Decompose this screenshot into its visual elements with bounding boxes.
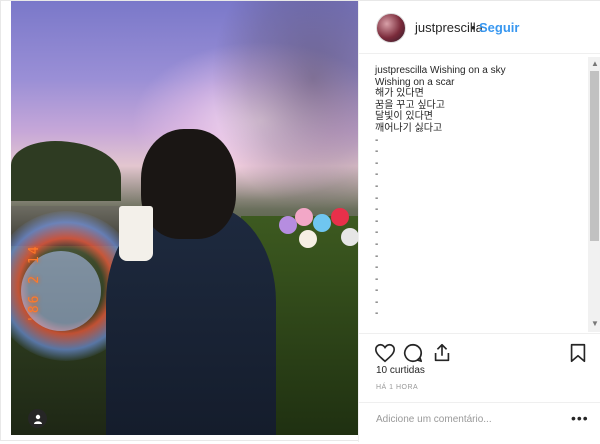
caption-area: justprescilla Wishing on a sky Wishing o… — [359, 57, 587, 329]
comment-icon[interactable] — [402, 342, 424, 364]
post-header: justprescilla • Seguir — [359, 1, 600, 54]
header-separator: • — [471, 20, 476, 35]
caption: justprescilla Wishing on a sky Wishing o… — [375, 65, 580, 320]
sticker-character — [313, 214, 331, 232]
person-icon — [33, 414, 42, 424]
sticker-heart — [331, 208, 349, 226]
comment-row: Adicione um comentário... ••• — [359, 402, 600, 444]
bookmark-icon[interactable] — [567, 342, 589, 364]
sticker-character — [299, 230, 317, 248]
follow-button[interactable]: Seguir — [479, 20, 519, 35]
likes-count[interactable]: 10 curtidas — [376, 365, 425, 376]
post-actions: 10 curtidas HÁ 1 HORA Adicione um coment… — [359, 333, 600, 443]
caption-username[interactable]: justprescilla — [375, 65, 427, 76]
sticker-character — [279, 216, 297, 234]
person-head — [141, 129, 236, 239]
post-side-panel: justprescilla • Seguir justprescilla Wis… — [358, 1, 600, 442]
caption-scrollbar[interactable]: ▲ ▼ — [588, 57, 600, 332]
drink-cup — [119, 206, 153, 261]
comment-input[interactable]: Adicione um comentário... — [376, 414, 492, 425]
scrollbar-thumb[interactable] — [590, 71, 599, 241]
heart-icon[interactable] — [374, 342, 396, 364]
sticker-character — [341, 228, 358, 246]
caption-text: Wishing on a sky Wishing on a scar 해가 있다… — [375, 65, 506, 320]
scroll-up-arrow-icon[interactable]: ▲ — [591, 59, 599, 68]
more-options-icon[interactable]: ••• — [571, 410, 589, 426]
sticker-group — [269, 206, 358, 251]
photo-datestamp: '86 2 14 — [27, 244, 42, 323]
instagram-post-window: '86 2 14 justprescilla • Seguir justpres… — [0, 0, 600, 442]
post-timestamp[interactable]: HÁ 1 HORA — [376, 384, 418, 391]
sticker-character — [295, 208, 313, 226]
post-photo[interactable]: '86 2 14 — [11, 1, 358, 435]
trees-left — [11, 141, 121, 201]
avatar[interactable] — [376, 13, 406, 43]
share-icon[interactable] — [431, 342, 453, 364]
tagged-users-button[interactable] — [28, 409, 47, 428]
scroll-down-arrow-icon[interactable]: ▼ — [591, 319, 599, 328]
